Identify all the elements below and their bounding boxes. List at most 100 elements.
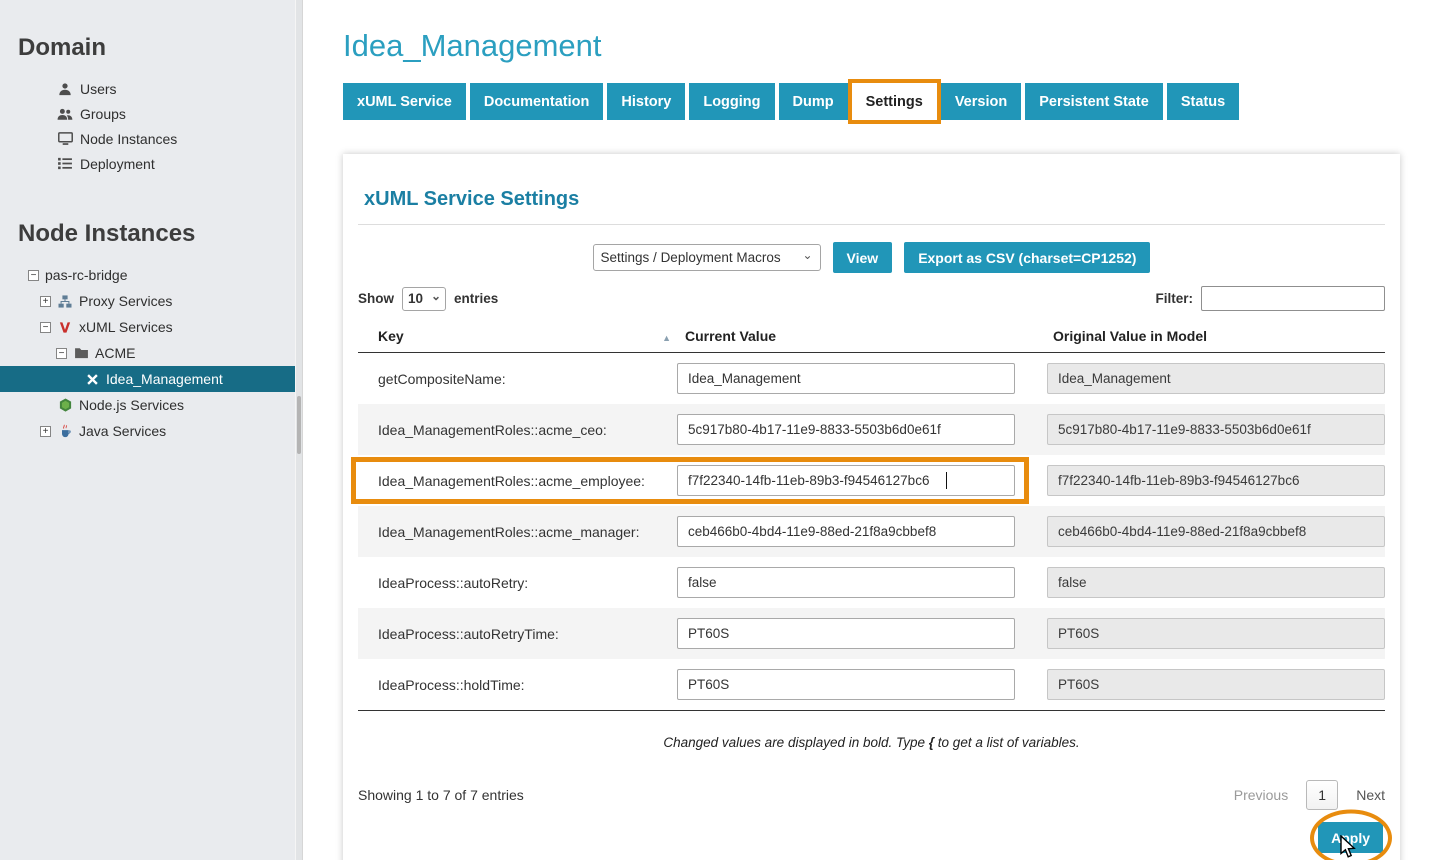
tree-node-idea-management[interactable]: Idea_Management <box>0 366 302 392</box>
settings-table-body: getCompositeName: Idea_Management Idea_M… <box>358 353 1385 711</box>
tree-node-pas-rc-bridge[interactable]: pas-rc-bridge <box>0 262 302 288</box>
page-size-value: 10 <box>408 291 423 306</box>
current-value-input[interactable] <box>677 363 1015 394</box>
sidebar: Domain Users Groups Node Instances Deplo… <box>0 0 303 860</box>
main-content: Idea_Management xUML Service Documentati… <box>304 0 1439 860</box>
folder-icon <box>73 347 89 359</box>
table-row: getCompositeName: Idea_Management <box>358 353 1385 404</box>
apply-row: Apply <box>358 822 1385 853</box>
tree-node-label: ACME <box>95 345 135 361</box>
original-value: Idea_Management <box>1047 363 1385 394</box>
sidebar-item-groups[interactable]: Groups <box>0 101 302 126</box>
sidebar-item-deployment[interactable]: Deployment <box>0 151 302 176</box>
monitor-icon <box>57 132 73 146</box>
row-key: getCompositeName: <box>358 371 677 387</box>
next-page-button[interactable]: Next <box>1356 787 1385 803</box>
filter-control: Filter: <box>1155 286 1385 311</box>
table-row: IdeaProcess::autoRetryTime: PT60S <box>358 608 1385 659</box>
divider <box>358 224 1385 225</box>
column-header-original-value[interactable]: Original Value in Model <box>1047 328 1385 344</box>
tree-node-acme[interactable]: ACME <box>0 340 302 366</box>
list-controls: Show 10 entries Filter: <box>358 286 1385 311</box>
nodejs-icon <box>57 398 73 412</box>
hint-text: Changed values are displayed in bold. Ty… <box>358 735 1385 750</box>
entries-label: entries <box>454 291 498 306</box>
collapse-icon[interactable] <box>56 348 67 359</box>
chevron-down-icon <box>802 250 812 265</box>
macro-select[interactable]: Settings / Deployment Macros <box>593 244 821 271</box>
tab-history[interactable]: History <box>607 83 685 120</box>
current-value-input[interactable] <box>677 516 1015 547</box>
page-size-select[interactable]: 10 <box>402 287 446 311</box>
previous-page-button[interactable]: Previous <box>1234 787 1288 803</box>
text-caret <box>946 472 947 489</box>
proxy-services-icon <box>57 295 73 308</box>
current-value-input[interactable] <box>677 669 1015 700</box>
scrollbar-thumb[interactable] <box>297 396 301 454</box>
original-value: PT60S <box>1047 669 1385 700</box>
tree-node-java-services[interactable]: Java Services <box>0 418 302 444</box>
current-value-input[interactable] <box>677 567 1015 598</box>
tab-persistent-state[interactable]: Persistent State <box>1025 83 1163 120</box>
sidebar-item-label: Deployment <box>80 156 155 172</box>
tab-settings[interactable]: Settings <box>852 83 937 120</box>
macro-select-value: Settings / Deployment Macros <box>601 250 781 265</box>
page-1-button[interactable]: 1 <box>1306 780 1338 810</box>
table-header: Key Current Value Original Value in Mode… <box>358 320 1385 353</box>
users-group-icon <box>57 107 73 121</box>
current-value-input[interactable] <box>677 414 1015 445</box>
page-size-control: Show 10 entries <box>358 287 498 311</box>
tree-node-label: Proxy Services <box>79 293 172 309</box>
row-key: IdeaProcess::autoRetryTime: <box>358 626 677 642</box>
sidebar-item-node-instances[interactable]: Node Instances <box>0 126 302 151</box>
user-icon <box>57 82 73 96</box>
xuml-services-icon <box>57 321 73 334</box>
macro-controls: Settings / Deployment Macros View Export… <box>358 242 1385 273</box>
show-label: Show <box>358 291 394 306</box>
table-row: Idea_ManagementRoles::acme_ceo: 5c917b80… <box>358 404 1385 455</box>
tab-version[interactable]: Version <box>941 83 1021 120</box>
tab-logging[interactable]: Logging <box>689 83 774 120</box>
original-value: ceb466b0-4bd4-11e9-88ed-21f8a9cbbef8 <box>1047 516 1385 547</box>
tree-node-label: xUML Services <box>79 319 173 335</box>
service-x-icon <box>84 374 100 385</box>
apply-button[interactable]: Apply <box>1318 822 1383 853</box>
table-row: IdeaProcess::holdTime: PT60S <box>358 659 1385 710</box>
tree-node-proxy-services[interactable]: Proxy Services <box>0 288 302 314</box>
tree-node-label: pas-rc-bridge <box>45 267 127 283</box>
original-value: PT60S <box>1047 618 1385 649</box>
tab-documentation[interactable]: Documentation <box>470 83 604 120</box>
sidebar-scrollbar[interactable] <box>295 0 302 860</box>
expand-icon[interactable] <box>40 296 51 307</box>
original-value: false <box>1047 567 1385 598</box>
sort-asc-icon <box>662 328 677 344</box>
collapse-icon[interactable] <box>40 322 51 333</box>
tab-xuml-service[interactable]: xUML Service <box>343 83 466 120</box>
row-key: Idea_ManagementRoles::acme_manager: <box>358 524 677 540</box>
sidebar-item-label: Users <box>80 81 117 97</box>
tab-dump[interactable]: Dump <box>779 83 848 120</box>
collapse-icon[interactable] <box>28 270 39 281</box>
column-header-key[interactable]: Key <box>358 328 677 344</box>
view-button[interactable]: View <box>833 242 893 273</box>
tab-bar: xUML Service Documentation History Loggi… <box>343 83 1439 120</box>
column-header-current-value[interactable]: Current Value <box>677 328 1015 344</box>
sidebar-item-users[interactable]: Users <box>0 76 302 101</box>
filter-input[interactable] <box>1201 286 1385 311</box>
filter-label: Filter: <box>1155 291 1193 306</box>
current-value-input[interactable] <box>677 618 1015 649</box>
sidebar-item-label: Node Instances <box>80 131 177 147</box>
export-csv-button[interactable]: Export as CSV (charset=CP1252) <box>904 242 1150 273</box>
tab-status[interactable]: Status <box>1167 83 1239 120</box>
tree-node-label: Node.js Services <box>79 397 184 413</box>
tree-node-xuml-services[interactable]: xUML Services <box>0 314 302 340</box>
settings-panel: xUML Service Settings Settings / Deploym… <box>343 154 1400 860</box>
original-value: f7f22340-14fb-11eb-89b3-f94546127bc6 <box>1047 465 1385 496</box>
expand-icon[interactable] <box>40 426 51 437</box>
page-title: Idea_Management <box>343 28 1439 64</box>
current-value-input-focused[interactable] <box>677 465 1015 496</box>
row-key: IdeaProcess::holdTime: <box>358 677 677 693</box>
tree-node-label: Java Services <box>79 423 166 439</box>
tree-node-nodejs-services[interactable]: Node.js Services <box>0 392 302 418</box>
table-row: IdeaProcess::autoRetry: false <box>358 557 1385 608</box>
